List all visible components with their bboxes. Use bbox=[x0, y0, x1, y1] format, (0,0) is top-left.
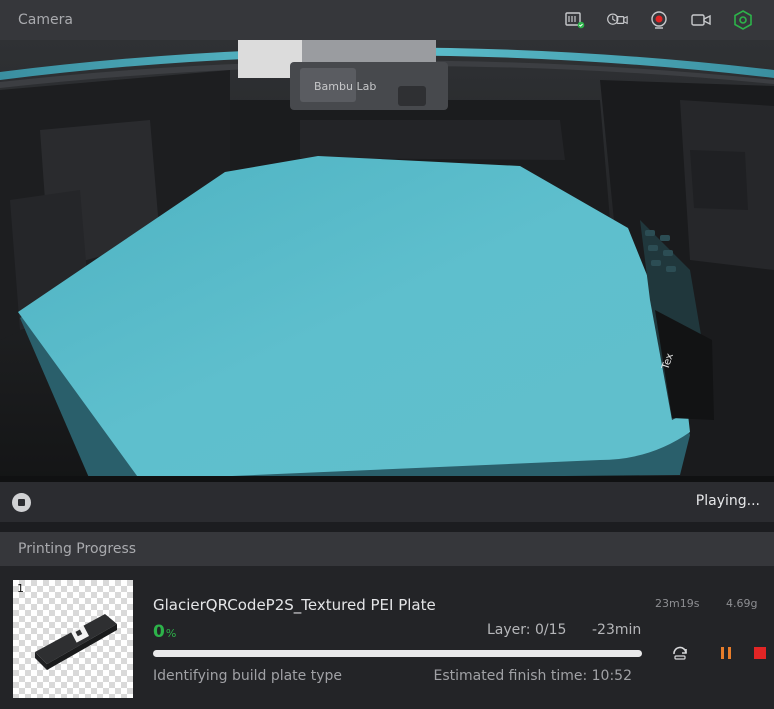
printer-brand-label: Bambu Lab bbox=[314, 80, 376, 93]
progress-title: Printing Progress bbox=[18, 541, 137, 557]
refresh-icon bbox=[673, 646, 687, 660]
filament-weight: 4.69g bbox=[726, 597, 758, 610]
progress-bar bbox=[153, 650, 642, 657]
video-icon[interactable] bbox=[690, 9, 712, 31]
progress-panel: 1 GlacierQRCodeP2S_Textured PEI Plate 23… bbox=[0, 566, 774, 709]
model-preview-icon bbox=[35, 614, 117, 670]
camera-header: Camera bbox=[0, 0, 774, 40]
stop-print-icon bbox=[754, 647, 766, 659]
progress-header: Printing Progress bbox=[0, 532, 774, 566]
pause-button[interactable] bbox=[717, 644, 735, 662]
stop-print-button[interactable] bbox=[751, 644, 769, 662]
camera-playbar: Playing... bbox=[0, 482, 774, 522]
plate-thumbnail: 1 bbox=[13, 580, 133, 698]
section-divider bbox=[0, 522, 774, 532]
progress-percent-sign: % bbox=[165, 627, 177, 640]
settings-hexagon-icon[interactable] bbox=[732, 9, 754, 31]
print-stage: Identifying build plate type bbox=[153, 668, 343, 684]
refresh-button[interactable] bbox=[671, 644, 689, 662]
stop-icon bbox=[18, 499, 25, 506]
recording-icon[interactable] bbox=[648, 9, 670, 31]
stream-status: Playing... bbox=[695, 493, 760, 509]
progress-percent-value: 0 bbox=[153, 622, 165, 642]
timelapse-icon[interactable] bbox=[606, 9, 628, 31]
progress-percent: 0% bbox=[153, 622, 176, 642]
time-remaining: -23min bbox=[592, 622, 642, 638]
camera-toolbar bbox=[564, 0, 774, 40]
camera-title: Camera bbox=[18, 12, 73, 28]
layer-counter: Layer: 0/15 bbox=[487, 622, 567, 638]
job-name: GlacierQRCodeP2S_Textured PEI Plate bbox=[153, 596, 436, 614]
estimated-time: 23m19s bbox=[655, 597, 700, 610]
pause-icon bbox=[721, 647, 724, 659]
camera-feed: Bambu Lab Tex bbox=[0, 40, 774, 482]
estimated-finish: Estimated finish time: 10:52 bbox=[433, 668, 632, 684]
stop-stream-button[interactable] bbox=[12, 493, 31, 512]
sdcard-icon[interactable] bbox=[564, 9, 586, 31]
